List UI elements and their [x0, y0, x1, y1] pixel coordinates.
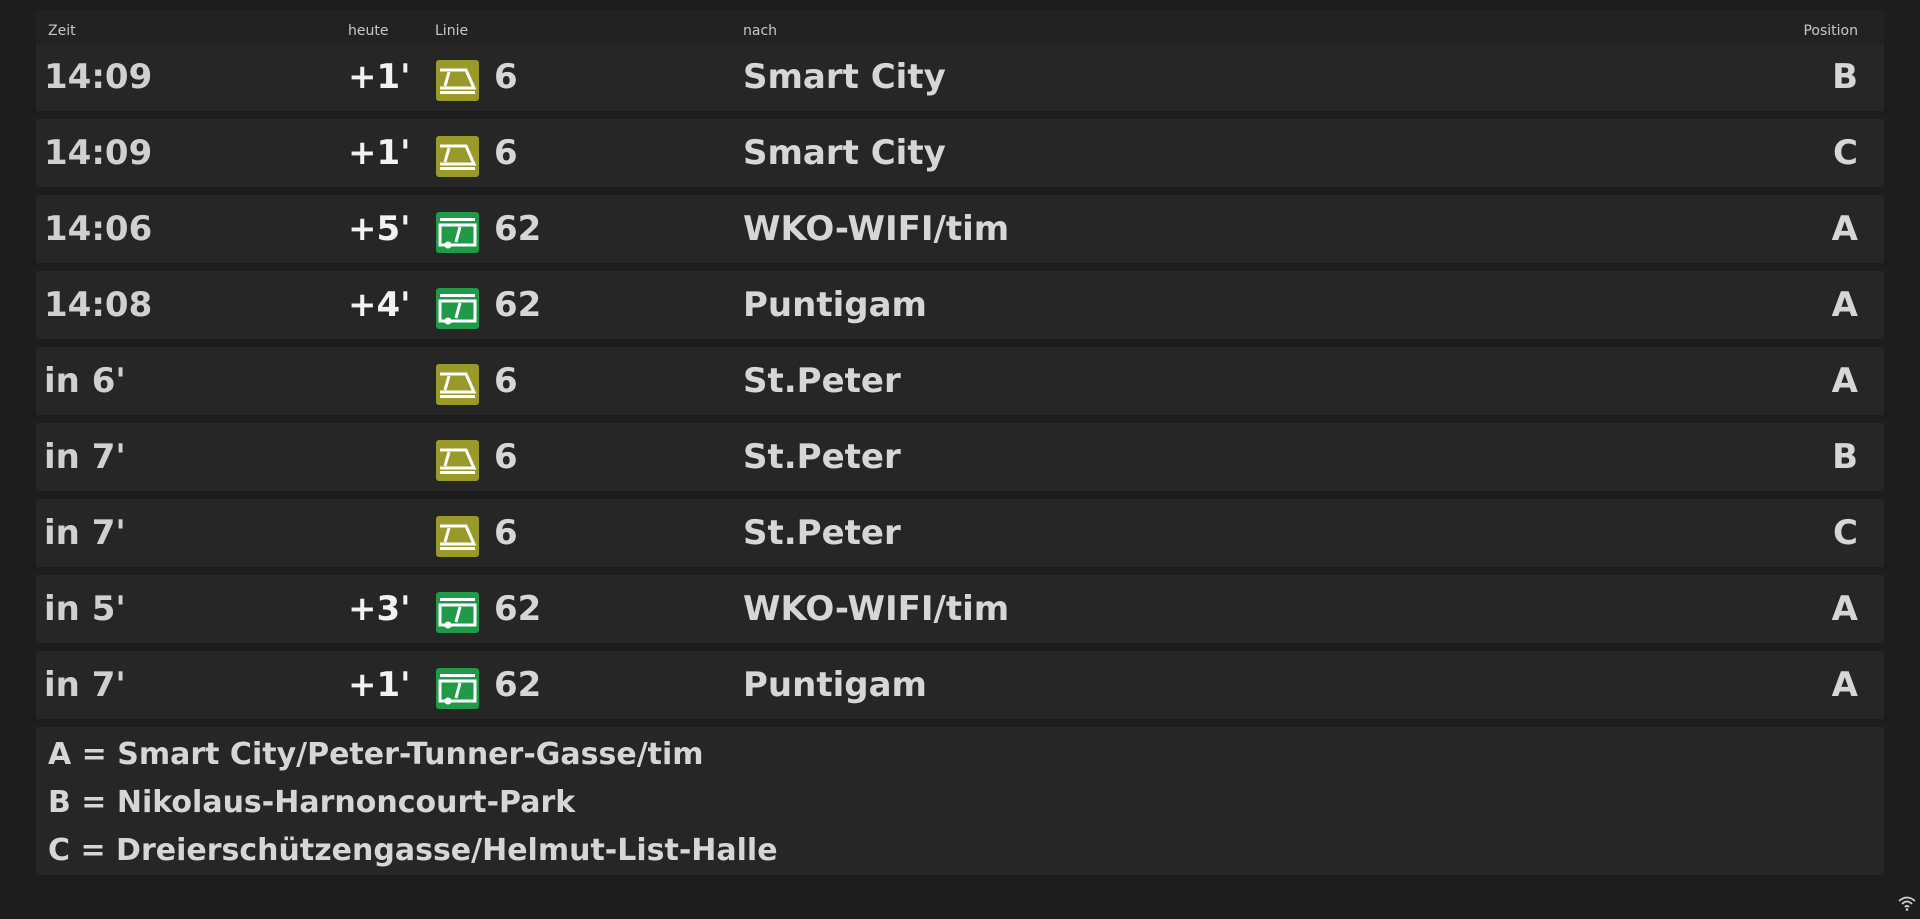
destination: WKO-WIFI/tim — [743, 589, 1010, 629]
line-number: 62 — [494, 589, 542, 629]
destination: Puntigam — [743, 665, 927, 705]
tram-icon — [436, 364, 479, 405]
departure-time: 14:08 — [44, 285, 153, 325]
tram-icon — [436, 60, 479, 101]
bus-icon — [436, 212, 479, 253]
line-number: 62 — [494, 209, 542, 249]
stop-position: C — [1833, 513, 1858, 553]
line-number: 6 — [494, 437, 518, 477]
stop-position: A — [1831, 209, 1858, 249]
legend-item-c: C = Dreierschützengasse/Helmut-List-Hall… — [48, 833, 778, 868]
line-number: 62 — [494, 285, 542, 325]
header-linie: Linie — [435, 23, 469, 39]
stop-position: B — [1832, 57, 1858, 97]
line-number: 62 — [494, 665, 542, 705]
header-zeit: Zeit — [48, 23, 76, 39]
line-number: 6 — [494, 57, 518, 97]
position-legend: A = Smart City/Peter-Tunner-Gasse/tim B … — [36, 727, 1884, 875]
table-header: Zeit heute Linie nach Position — [36, 10, 1884, 43]
destination: Smart City — [743, 133, 946, 173]
departure-time: in 5' — [44, 589, 126, 629]
departure-list: 14:09 +1' 6 Smart City B 14:09 +1' 6 Sma… — [36, 43, 1884, 719]
legend-item-a: A = Smart City/Peter-Tunner-Gasse/tim — [48, 737, 704, 772]
table-row: 14:06 +5' 62 WKO-WIFI/tim A — [36, 195, 1884, 263]
stop-position: A — [1831, 285, 1858, 325]
table-row: 14:09 +1' 6 Smart City B — [36, 43, 1884, 111]
table-row: 14:08 +4' 62 Puntigam A — [36, 271, 1884, 339]
stop-position: A — [1831, 589, 1858, 629]
header-nach: nach — [743, 23, 778, 39]
departure-time: 14:09 — [44, 133, 153, 173]
table-row: 14:09 +1' 6 Smart City C — [36, 119, 1884, 187]
delay-today: +3' — [348, 589, 411, 629]
table-row: in 7' 6 St.Peter C — [36, 499, 1884, 567]
destination: St.Peter — [743, 513, 901, 553]
tram-icon — [436, 440, 479, 481]
destination: Puntigam — [743, 285, 927, 325]
destination: St.Peter — [743, 361, 901, 401]
departure-time: in 7' — [44, 513, 126, 553]
delay-today: +1' — [348, 665, 411, 705]
tram-icon — [436, 136, 479, 177]
departure-time: 14:09 — [44, 57, 153, 97]
wifi-icon — [1898, 896, 1916, 911]
header-position: Position — [1803, 23, 1858, 39]
stop-position: A — [1831, 665, 1858, 705]
bus-icon — [436, 288, 479, 329]
table-row: in 7' +1' 62 Puntigam A — [36, 651, 1884, 719]
delay-today: +5' — [348, 209, 411, 249]
table-row: in 6' 6 St.Peter A — [36, 347, 1884, 415]
bus-icon — [436, 592, 479, 633]
stop-position: B — [1832, 437, 1858, 477]
departure-time: in 7' — [44, 665, 126, 705]
delay-today: +1' — [348, 133, 411, 173]
stop-position: A — [1831, 361, 1858, 401]
departure-time: in 6' — [44, 361, 126, 401]
table-row: in 5' +3' 62 WKO-WIFI/tim A — [36, 575, 1884, 643]
departure-time: in 7' — [44, 437, 126, 477]
departure-time: 14:06 — [44, 209, 153, 249]
destination: St.Peter — [743, 437, 901, 477]
destination: Smart City — [743, 57, 946, 97]
line-number: 6 — [494, 361, 518, 401]
stop-position: C — [1833, 133, 1858, 173]
legend-item-b: B = Nikolaus-Harnoncourt-Park — [48, 785, 576, 820]
table-row: in 7' 6 St.Peter B — [36, 423, 1884, 491]
tram-icon — [436, 516, 479, 557]
departure-board: Zeit heute Linie nach Position 14:09 +1'… — [36, 10, 1884, 875]
destination: WKO-WIFI/tim — [743, 209, 1010, 249]
header-heute: heute — [348, 23, 389, 39]
bus-icon — [436, 668, 479, 709]
delay-today: +1' — [348, 57, 411, 97]
delay-today: +4' — [348, 285, 411, 325]
line-number: 6 — [494, 133, 518, 173]
line-number: 6 — [494, 513, 518, 553]
